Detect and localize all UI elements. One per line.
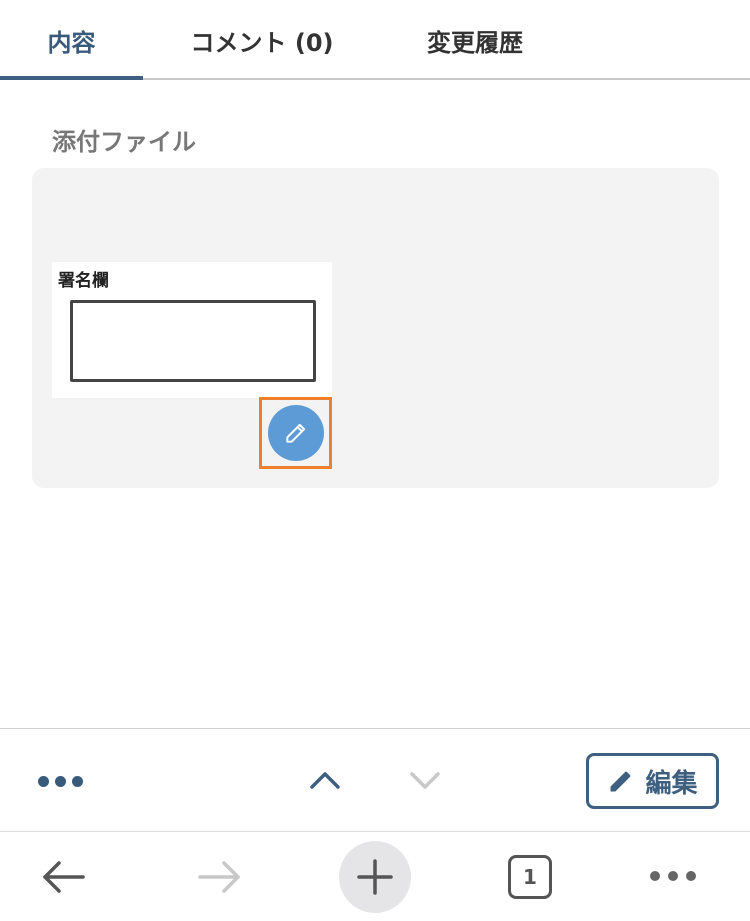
tab-content-label: 内容 [47,28,96,57]
pencil-icon [610,771,631,792]
attachments-heading: 添付ファイル [52,128,196,156]
edit-attachment-button[interactable] [267,405,324,461]
chevron-up-icon[interactable] [308,765,342,795]
plus-icon [357,859,393,895]
edit-button-label: 編集 [645,768,698,799]
chevron-down-icon[interactable] [408,765,442,795]
signature-box [70,300,316,382]
tab-comments[interactable]: コメント (0) [180,0,344,80]
tab-history-label: 変更履歴 [427,28,523,57]
thumbnail-title: 署名欄 [58,271,109,291]
tab-count-label: 1 [523,865,537,889]
active-tab-indicator [0,76,143,80]
browser-toolbar: 1 [0,833,750,921]
back-arrow-icon[interactable] [38,855,88,899]
edit-attachment-highlight [259,397,332,469]
tab-comments-label: コメント (0) [190,28,334,57]
pencil-icon [285,423,305,443]
tab-content[interactable]: 内容 [0,0,143,80]
edit-button[interactable]: 編集 [586,753,719,809]
more-horizontal-icon[interactable] [38,773,86,789]
forward-arrow-icon[interactable] [195,855,245,899]
attachment-thumbnail[interactable]: 署名欄 [52,262,332,398]
tab-bar: 内容 コメント (0) 変更履歴 [0,0,750,80]
tabs-icon[interactable]: 1 [508,855,552,899]
more-icon[interactable] [650,871,696,881]
action-bar: 編集 [0,728,750,832]
page: 内容 コメント (0) 変更履歴 添付ファイル 署名欄 編集 1 [0,0,750,921]
tab-history[interactable]: 変更履歴 [410,0,540,80]
new-tab-button[interactable] [339,841,411,913]
